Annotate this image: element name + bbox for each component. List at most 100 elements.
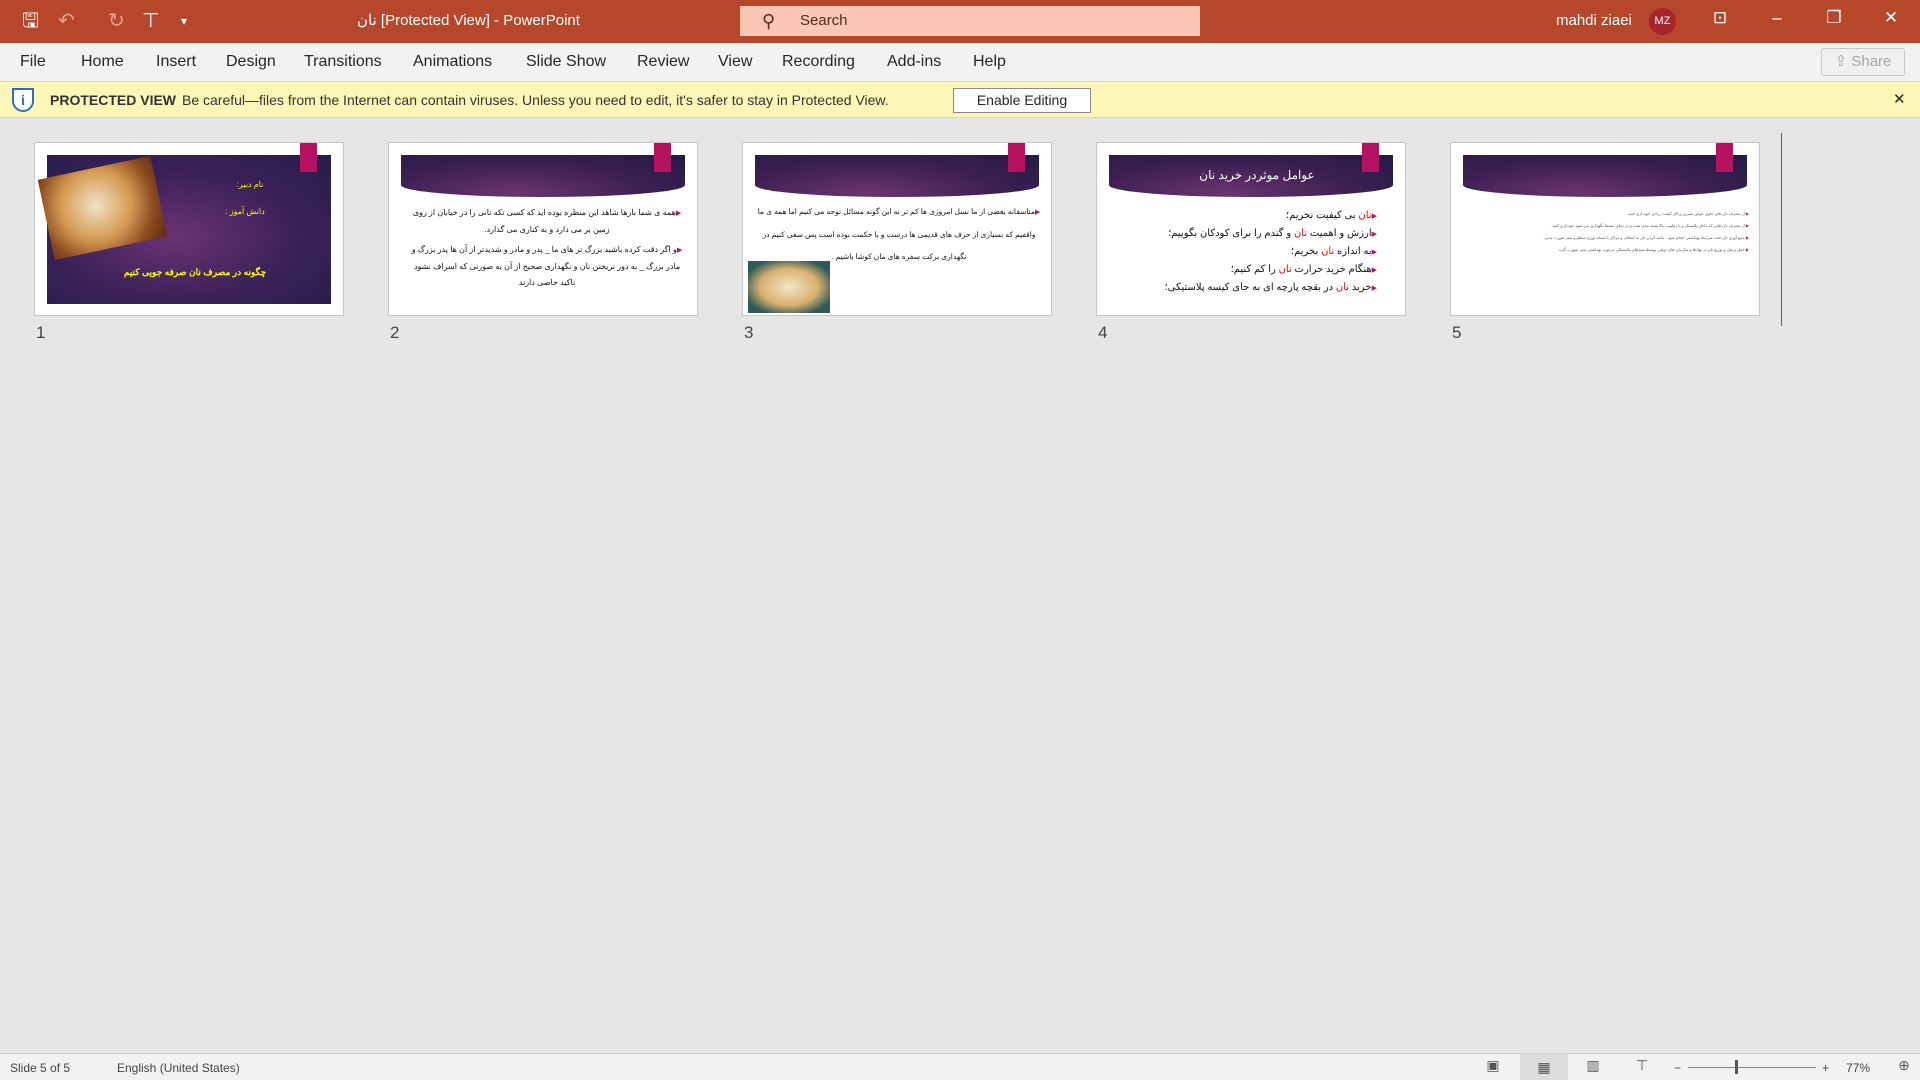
restore-icon[interactable]: ❐ [1819, 8, 1849, 28]
zoom-slider-thumb[interactable] [1735, 1060, 1738, 1074]
bullet: ▶خرید نان در بقچه پارچه ای به جای کیسه پ… [1137, 279, 1377, 297]
window-title: نان [Protected View] - PowerPoint [357, 12, 580, 29]
accent-tab [1362, 143, 1379, 172]
fit-to-window-icon[interactable]: ⊕ [1893, 1057, 1915, 1077]
accent-tab [1008, 143, 1025, 172]
protected-view-bar: i PROTECTED VIEW Be careful—files from t… [0, 82, 1920, 118]
zoom-in-icon[interactable]: + [1822, 1061, 1829, 1075]
slide-title: چگونه در مصرف نان صرفه جویی کنیم [123, 267, 267, 277]
tab-home[interactable]: Home [81, 53, 124, 71]
search-placeholder: Search [800, 12, 848, 29]
tab-slide-show[interactable]: Slide Show [526, 53, 606, 71]
bullet-arrow-icon: ▶ [1371, 231, 1377, 238]
bullet-text: جمع آوری نان تحت شرایط بهداشتی انجام شود… [1542, 235, 1745, 240]
accent-tab [654, 143, 671, 172]
bullet-text: در بقچه پارچه ای به جای کیسه پلاستیکی؛ [1164, 282, 1336, 293]
zoom-slider[interactable] [1688, 1067, 1816, 1068]
slide-number: 4 [1098, 323, 1108, 342]
bullet-text: هنگام خرید حرارت [1291, 264, 1372, 275]
bread-image [748, 261, 830, 313]
tab-add-ins[interactable]: Add-ins [887, 53, 941, 71]
bullet: ▶ جمع آوری نان تحت شرایط بهداشتی انجام ش… [1542, 235, 1749, 240]
bullet: ▶نان بی کیفیت نخریم؛ [1137, 207, 1377, 225]
bullet: ▶به اندازه نان بخریم؛ [1137, 243, 1377, 261]
ribbon-tabs: File Home Insert Design Transitions Anim… [0, 43, 1920, 82]
share-button[interactable]: ⇪ Share [1821, 48, 1905, 76]
bullet-text: از مصرف نان هایی که داخل پلاستیک و با رط… [1551, 223, 1745, 228]
tab-animations[interactable]: Animations [413, 53, 492, 71]
present-icon[interactable]: ⊤ [142, 10, 159, 32]
bullet-text: و اگر دقت کرده باشید بزرگ تر های ما _ پد… [411, 245, 681, 287]
slide-thumbnail-2[interactable]: ▶همه ی شما بارها شاهد این منظره بوده اید… [388, 142, 698, 316]
save-icon[interactable]: 🖫 [22, 10, 39, 32]
enable-editing-button[interactable]: Enable Editing [953, 88, 1091, 113]
bullet-text: ارزش و اهمیت [1307, 228, 1372, 239]
search-box[interactable]: ⚲ Search [740, 6, 1200, 36]
tab-recording[interactable]: Recording [782, 53, 855, 71]
highlight-word: نان [1278, 264, 1292, 275]
insertion-cursor [1781, 133, 1782, 326]
redo-icon[interactable]: ↻ [108, 10, 125, 32]
bullet-arrow-icon: ▶ [676, 247, 683, 254]
slide-number: 2 [390, 323, 400, 342]
tab-file[interactable]: File [20, 53, 46, 71]
status-bar: Slide 5 of 5 English (United States) ▣ ▦… [0, 1053, 1920, 1080]
header-band [401, 155, 685, 197]
highlight-word: نان [1321, 246, 1335, 257]
bullet-text: و گندم را برای کودکان بگوییم؛ [1168, 228, 1294, 239]
ribbon-display-icon[interactable]: ⊡ [1705, 8, 1735, 28]
customize-qat-icon[interactable]: ▾ [181, 10, 187, 32]
bullet-text: به اندازه [1334, 246, 1372, 257]
bullet-arrow-icon: ▶ [1034, 209, 1041, 216]
bullet: ▶ حمل و نقل و توزیع نان در نهادها و سازم… [1557, 247, 1749, 252]
tab-review[interactable]: Review [637, 53, 689, 71]
undo-icon[interactable]: ↶ [58, 10, 75, 32]
bullet-text: خرید [1349, 282, 1372, 293]
protected-view-label: PROTECTED VIEW [50, 92, 177, 108]
slide-thumbnail-3[interactable]: ▶متاسفانه بعضی از ما نسل امروزی ها کم تر… [742, 142, 1052, 316]
slide-number: 3 [744, 323, 754, 342]
bullet-arrow-icon: ▶ [1371, 213, 1377, 220]
tab-design[interactable]: Design [226, 53, 276, 71]
tab-view[interactable]: View [718, 53, 752, 71]
highlight-word: نان [1358, 210, 1372, 221]
slide-thumbnail-1[interactable]: نام دبیر: دانش آموز : چگونه در مصرف نان … [34, 142, 344, 316]
student-label: دانش آموز : [225, 207, 265, 216]
bullet-text: متاسفانه بعضی از ما نسل امروزی ها کم تر … [757, 207, 1036, 261]
close-bar-icon[interactable]: ✕ [1893, 90, 1906, 108]
header-band [755, 155, 1039, 197]
reading-view-icon[interactable]: ▥ [1582, 1057, 1604, 1077]
slide-number: 1 [36, 323, 46, 342]
bullet: ▶ از مصرف نان هایی که داخل پلاستیک و با … [1551, 223, 1749, 228]
slide-body: ▶متاسفانه بعضی از ما نسل امروزی ها کم تر… [755, 201, 1043, 268]
bullet: ▶همه ی شما بارها شاهد این منظره بوده اید… [407, 205, 687, 238]
close-icon[interactable]: ✕ [1876, 8, 1906, 28]
minimize-icon[interactable]: – [1762, 8, 1792, 28]
avatar[interactable]: MZ [1649, 8, 1676, 35]
slide-thumbnail-4[interactable]: عوامل موثردر خرید نان ▶نان بی کیفیت نخری… [1096, 142, 1406, 316]
bullet-arrow-icon: ▶ [675, 210, 682, 217]
tab-transitions[interactable]: Transitions [304, 53, 382, 71]
bullet-text: بخریم؛ [1290, 246, 1322, 257]
bullet-text: همه ی شما بارها شاهد این منظره بوده اید … [412, 208, 676, 234]
bullet-arrow-icon: ▶ [1371, 249, 1377, 256]
teacher-label: نام دبیر: [236, 180, 264, 189]
user-name[interactable]: mahdi ziaei [1556, 12, 1632, 29]
normal-view-icon[interactable]: ▣ [1482, 1057, 1504, 1077]
title-bar: 🖫 ↶ ↻ ⊤ ▾ نان [Protected View] - PowerPo… [0, 0, 1920, 43]
slide-sorter-icon[interactable]: ▦ [1520, 1054, 1568, 1080]
slide-number: 5 [1452, 323, 1462, 342]
highlight-word: نان [1293, 228, 1308, 239]
slide-counter: Slide 5 of 5 [10, 1061, 71, 1075]
tab-insert[interactable]: Insert [156, 53, 196, 71]
language-indicator[interactable]: English (United States) [117, 1061, 240, 1075]
highlight-word: نان [1335, 282, 1350, 293]
zoom-out-icon[interactable]: − [1674, 1061, 1681, 1075]
tab-help[interactable]: Help [973, 53, 1006, 71]
slide-body: ▶همه ی شما بارها شاهد این منظره بوده اید… [407, 205, 687, 291]
slide-body: ▶ از مصرف نان های حاوی جوش شیرین و کار ک… [1479, 209, 1749, 254]
bullet-text: از مصرف نان های حاوی جوش شیرین و کار کیف… [1627, 211, 1745, 216]
zoom-level[interactable]: 77% [1846, 1061, 1870, 1075]
slide-thumbnail-5[interactable]: ▶ از مصرف نان های حاوی جوش شیرین و کار ک… [1450, 142, 1760, 316]
slideshow-icon[interactable]: ⊤ [1631, 1057, 1653, 1077]
